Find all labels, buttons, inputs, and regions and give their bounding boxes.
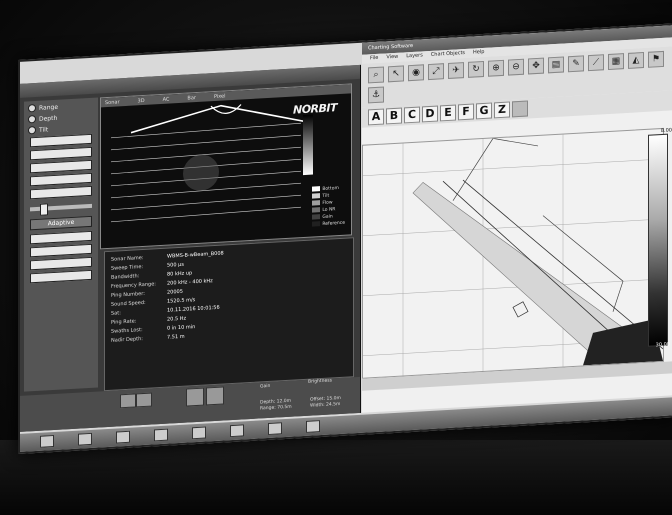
control-panel: Range Depth Tilt Adaptive (24, 97, 98, 392)
legend-label: Lo NR (322, 207, 336, 213)
app-icon[interactable] (268, 422, 282, 436)
mode-tilt-radio[interactable]: Tilt (28, 123, 94, 135)
mode-range-label: Range (39, 103, 59, 112)
app-icon[interactable] (306, 420, 320, 433)
menu-help[interactable]: Help (473, 48, 484, 58)
width-readout: Width: 24.5m (310, 401, 341, 409)
param-field[interactable] (30, 133, 92, 148)
nautical-chart-view[interactable] (362, 127, 664, 379)
menu-view[interactable]: View (386, 53, 398, 63)
menu-layers[interactable]: Layers (406, 51, 423, 61)
mode-tilt-label: Tilt (39, 125, 49, 134)
symbol-z-button[interactable]: Z (494, 101, 510, 119)
param-field[interactable] (30, 172, 92, 187)
symbol-g-button[interactable]: G (476, 102, 492, 120)
mode-range-radio[interactable]: Range (28, 101, 94, 113)
chart-icon[interactable]: ◭ (628, 52, 644, 69)
param-field[interactable] (30, 230, 92, 245)
info-value: 7.51 m (167, 333, 185, 341)
grid-icon[interactable]: ▦ (608, 53, 624, 71)
app-icon[interactable] (154, 428, 168, 442)
zoom-out-icon[interactable]: ⊖ (508, 58, 524, 76)
step-forward-button[interactable] (136, 392, 152, 408)
route-icon[interactable]: ✈ (448, 62, 464, 79)
charting-window: Charting Software File View Layers Chart… (362, 25, 672, 413)
radio-icon (28, 103, 36, 113)
survey-lines (363, 134, 664, 376)
anchor-icon[interactable]: ⚓ (368, 86, 384, 104)
adaptive-dropdown[interactable]: Adaptive (30, 215, 92, 231)
legend-swatch (312, 214, 321, 220)
start-icon[interactable] (40, 434, 54, 448)
slider-knob[interactable] (40, 203, 48, 216)
globe-icon[interactable]: ◉ (408, 64, 424, 82)
edit-icon[interactable]: ✎ (568, 55, 584, 73)
pan-icon[interactable]: ✥ (528, 57, 544, 75)
rotate-icon[interactable]: ↻ (468, 60, 484, 78)
extra-symbol-button[interactable] (512, 100, 528, 118)
layers-icon[interactable]: ▤ (548, 56, 564, 74)
desk-surface (0, 440, 672, 515)
measure-icon[interactable]: ⤢ (428, 63, 444, 81)
step-back-button[interactable] (120, 393, 136, 409)
symbol-b-button[interactable]: B (386, 107, 402, 125)
param-field[interactable] (30, 146, 92, 161)
param-field[interactable] (30, 256, 92, 271)
ruler-icon[interactable]: ⟋ (588, 54, 604, 72)
legend-label: Tilt (322, 193, 330, 199)
marker-icon[interactable]: ⚑ (648, 50, 664, 68)
legend-label: Flow (322, 200, 333, 206)
symbol-a-button[interactable]: A (368, 108, 384, 126)
menu-chart-objects[interactable]: Chart Objects (431, 49, 465, 60)
monitor-screen: Range Depth Tilt Adaptive Sonar 3D AC Ba… (18, 23, 672, 454)
intensity-colorbar (303, 114, 313, 176)
norbit-logo: NORBIT (292, 101, 337, 117)
sonar-window: Range Depth Tilt Adaptive Sonar 3D AC Ba… (20, 64, 361, 432)
param-field[interactable] (30, 243, 92, 258)
mode-depth-label: Depth (39, 114, 58, 123)
stop-button[interactable] (206, 386, 224, 406)
legend-label: Gain (322, 214, 333, 220)
param-field[interactable] (30, 185, 92, 200)
gain-label: Gain (260, 383, 271, 390)
app-icon[interactable] (192, 426, 206, 440)
app-icon[interactable] (116, 430, 130, 444)
scale-bottom-value: 30.00 (655, 341, 670, 349)
symbol-e-button[interactable]: E (440, 104, 456, 122)
legend-swatch (312, 186, 321, 192)
brightness-label: Brightness (308, 378, 332, 385)
legend-swatch (312, 207, 321, 213)
legend-swatch (312, 221, 321, 227)
sonar-info-panel: Sonar Name: WBMS-B-wBeam_B008 Sweep Time:… (104, 237, 354, 392)
sonar-display[interactable]: Sonar 3D AC Bar Pixel NORBIT Bottom Tilt… (100, 83, 352, 250)
symbol-c-button[interactable]: C (404, 106, 420, 124)
mode-depth-radio[interactable]: Depth (28, 112, 94, 124)
legend-label: Reference (322, 220, 345, 227)
app-icon[interactable] (230, 424, 244, 438)
legend-swatch (312, 200, 321, 206)
param-field[interactable] (30, 269, 92, 284)
legend-swatch (312, 193, 321, 199)
info-key: Nadir Depth: (111, 336, 143, 344)
zoom-in-icon[interactable]: ⊕ (488, 59, 504, 77)
range-readout: Range: 70.5m (260, 404, 292, 412)
radio-icon (28, 114, 36, 124)
search-icon[interactable]: ⌕ (368, 66, 384, 84)
pointer-icon[interactable]: ↖ (388, 65, 404, 83)
scale-top-value: 8.00 (660, 127, 672, 135)
symbol-d-button[interactable]: D (422, 105, 438, 123)
menu-file[interactable]: File (370, 54, 378, 63)
depth-color-scale (648, 133, 668, 347)
symbol-f-button[interactable]: F (458, 103, 474, 121)
range-slider[interactable] (30, 203, 92, 216)
app-icon[interactable] (78, 432, 92, 446)
radio-icon (28, 125, 36, 135)
record-button[interactable] (186, 387, 204, 407)
legend-label: Bottom (322, 186, 339, 192)
legend: Bottom Tilt Flow Lo NR Gain Reference (312, 185, 345, 229)
param-field[interactable] (30, 159, 92, 174)
